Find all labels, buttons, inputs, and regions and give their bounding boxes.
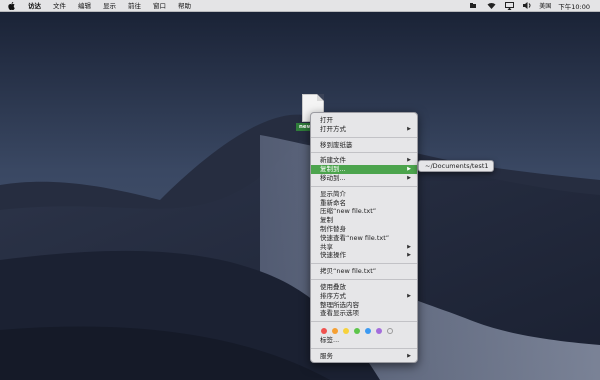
submenu-arrow-icon: ▶ [407,292,411,299]
context-menu-item-label: 使用叠放 [320,282,346,291]
menu-finder[interactable]: 访达 [22,0,47,12]
context-menu-item[interactable]: 显示简介 [311,190,417,199]
context-menu-item-label: 压缩“new file.txt” [320,207,377,216]
context-menu-item[interactable]: 复制 [311,216,417,225]
context-menu-item-tags[interactable]: 标签... [311,336,417,345]
context-menu-item[interactable]: 新建文件 ▶ [311,156,417,165]
dropbox-icon[interactable] [468,2,478,10]
context-menu-item[interactable]: 拷贝“new file.txt” [311,267,417,276]
context-menu-item-label: 标签... [320,336,340,345]
context-menu-item[interactable]: 使用叠放 [311,283,417,292]
tag-color-dot[interactable] [387,327,393,334]
tag-color-dot[interactable] [332,327,338,334]
context-menu: 打开 打开方式 ▶ 移到废纸篓新建文件 ▶ 复制到... ▶ 移动到... ▶ 显示简介 重新命名压… [310,112,418,363]
copy-to-submenu: ~/Documents/test1 [418,160,494,172]
menu-clock[interactable]: 下午10:00 [558,1,590,11]
context-menu-item[interactable]: 快速查看“new file.txt” [311,234,417,243]
submenu-arrow-icon: ▶ [407,243,411,250]
menu-separator [311,321,417,323]
input-source-label[interactable]: 美国 [539,1,551,10]
context-menu-item[interactable]: 复制到... ▶ [311,165,417,174]
tag-color-row [311,325,417,336]
menu-separator [311,136,417,138]
menu-help[interactable]: 帮助 [172,0,197,12]
submenu-arrow-icon: ▶ [407,166,411,173]
context-menu-item-label: 快速查看“new file.txt” [320,233,390,242]
context-menu-item[interactable]: 打开方式 ▶ [311,125,417,134]
tag-color-dot[interactable] [376,327,382,334]
desktop-wallpaper [0,0,600,380]
context-menu-item[interactable]: 移动到... ▶ [311,174,417,183]
submenu-arrow-icon: ▶ [407,157,411,164]
context-menu-item[interactable]: 制作替身 [311,225,417,234]
submenu-arrow-icon: ▶ [407,174,411,181]
menu-bar: 访达 文件 编辑 显示 前往 窗口 帮助 美国 下午10:00 [0,0,600,12]
context-menu-item-services[interactable]: 服务 ▶ [311,352,417,361]
context-menu-item-label: 重新命名 [320,198,346,207]
menu-window[interactable]: 窗口 [147,0,172,12]
wifi-icon[interactable] [486,2,496,10]
submenu-arrow-icon: ▶ [407,125,411,132]
context-menu-item-label: 打开方式 [320,124,346,133]
context-menu-item[interactable]: 打开 [311,116,417,125]
context-menu-item[interactable]: 排序方式 ▶ [311,292,417,301]
context-menu-item-label: 制作替身 [320,224,346,233]
context-menu-item[interactable]: 压缩“new file.txt” [311,207,417,216]
menu-go[interactable]: 前往 [122,0,147,12]
airplay-icon[interactable] [504,1,514,10]
context-menu-item-label: 复制到... [320,165,346,174]
context-menu-item-label: 移动到... [320,173,346,182]
menu-separator [311,152,417,154]
tag-color-dot[interactable] [365,327,371,334]
menu-separator [311,347,417,349]
submenu-item-documents-test1[interactable]: ~/Documents/test1 [425,162,489,170]
context-menu-item-label: 查看显示选项 [320,309,359,318]
menu-file[interactable]: 文件 [47,0,72,12]
context-menu-item-label: 新建文件 [320,156,346,165]
menu-view[interactable]: 显示 [97,0,122,12]
submenu-arrow-icon: ▶ [407,352,411,359]
context-menu-item-label: 排序方式 [320,291,346,300]
menu-separator [311,278,417,280]
menu-separator [311,263,417,265]
context-menu-item-label: 复制 [320,216,333,225]
apple-menu-icon[interactable] [0,0,22,12]
context-menu-item-label: 移到废纸篓 [320,140,353,149]
status-area: 美国 下午10:00 [464,0,600,12]
tag-color-dot[interactable] [354,327,360,334]
context-menu-item[interactable]: 查看显示选项 [311,309,417,318]
context-menu-item-label: 整理所选内容 [320,300,359,309]
menu-separator [311,185,417,187]
context-menu-item-label: 共享 [320,242,333,251]
context-menu-item-label: 快速操作 [320,251,346,260]
submenu-arrow-icon: ▶ [407,252,411,259]
context-menu-item-label: 拷贝“new file.txt” [320,267,377,276]
tag-color-dot[interactable] [343,327,349,334]
context-menu-item[interactable]: 移到废纸篓 [311,141,417,150]
tag-color-dot[interactable] [321,327,327,334]
menu-edit[interactable]: 编辑 [72,0,97,12]
context-menu-item-label: 显示简介 [320,189,346,198]
volume-icon[interactable] [522,2,532,10]
context-menu-item-label: 服务 [320,351,333,360]
context-menu-item[interactable]: 快速操作 ▶ [311,251,417,260]
context-menu-item-label: 打开 [320,116,333,124]
